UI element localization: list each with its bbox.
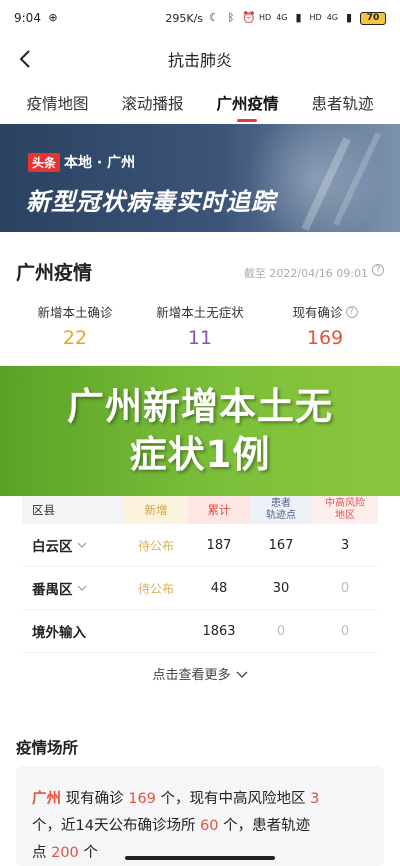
count: 3 <box>310 791 320 807</box>
district-name: 境外输入 <box>32 625 86 641</box>
as-of-time: 截至 2022/04/16 09:01 <box>243 267 368 280</box>
signal-icon-2: ▮ <box>345 11 353 24</box>
network-type: 4G <box>276 13 288 22</box>
banner: 头条 本地 · 广州 新型冠状病毒实时追踪 <box>0 124 400 232</box>
row-risk: 0 <box>340 623 350 639</box>
page-title: 抗击肺炎 <box>167 51 232 70</box>
header-risk: 中高风险 地区 <box>312 496 378 524</box>
stat-value: 11 <box>187 327 213 349</box>
show-more-label: 点击查看更多 <box>152 668 231 683</box>
stat-label-wrap: 现有确诊 ? <box>292 302 358 321</box>
table-row[interactable]: 番禺区 待公布 48 30 0 <box>22 567 378 610</box>
headline-overlay: 广州新增本土无症状1例 <box>0 366 400 496</box>
district-table: 区县 新增 累计 患者 轨迹点 中高风险 地区 白云区 待公布 187 167 … <box>0 496 400 714</box>
table-row[interactable]: 境外输入 1863 0 0 <box>22 610 378 653</box>
info-icon[interactable]: ? <box>345 305 358 318</box>
row-tracked: 30 <box>272 580 290 596</box>
stat-label: 新增本土确诊 <box>37 305 113 320</box>
header-tracked: 患者 轨迹点 <box>250 496 312 524</box>
row-risk: 3 <box>340 537 350 553</box>
row-cumulative: 48 <box>210 580 228 596</box>
text: 点 <box>32 845 52 861</box>
row-new: 待公布 <box>137 538 174 553</box>
text: 个 <box>78 845 98 861</box>
show-more-button[interactable]: 点击查看更多 <box>0 664 400 683</box>
row-district: 白云区 <box>22 535 124 555</box>
banner-tag-row: 头条 本地 · 广州 <box>28 152 135 172</box>
chevron-down-icon <box>236 671 247 678</box>
stat-label: 现有确诊 <box>292 305 343 320</box>
headline-tag: 头条 <box>28 152 61 172</box>
header-cumulative: 累计 <box>188 496 250 524</box>
count: 169 <box>128 791 156 807</box>
header-new: 新增 <box>124 496 188 524</box>
local-tag: 本地 · 广州 <box>64 155 136 171</box>
notification-icon: ⊕ <box>48 11 58 24</box>
table-header: 区县 新增 累计 患者 轨迹点 中高风险 地区 <box>22 496 378 524</box>
chevron-down-icon[interactable] <box>77 583 87 593</box>
text: 个，患者轨迹 <box>218 818 311 834</box>
stat-value: 169 <box>306 327 344 349</box>
text: 现有确诊 <box>61 791 129 807</box>
stat-new-local-confirmed: 新增本土确诊 22 <box>15 302 135 349</box>
count: 200 <box>51 845 79 861</box>
signal-icon: ▮ <box>295 11 302 24</box>
chevron-down-icon[interactable] <box>77 540 87 550</box>
row-tracked: 0 <box>276 623 286 639</box>
district-name: 白云区 <box>32 539 73 555</box>
stat-value: 22 <box>62 327 88 349</box>
stats-card: 广州疫情 截至 2022/04/16 09:01 ? 新增本土确诊 22 新增本… <box>0 232 400 372</box>
network-speed: 295K/s <box>165 11 204 25</box>
stat-label: 新增本土无症状 <box>156 305 244 320</box>
places-title: 疫情场所 <box>16 739 79 757</box>
hd-badge: HD <box>259 13 272 22</box>
network-type-2: 4G <box>326 13 338 22</box>
row-risk: 0 <box>340 580 350 596</box>
row-cumulative: 1863 <box>202 623 236 639</box>
title-bar: 抗击肺炎 <box>0 36 400 82</box>
row-tracked: 167 <box>268 537 294 553</box>
table-row[interactable]: 白云区 待公布 187 167 3 <box>22 524 378 567</box>
row-cumulative: 187 <box>206 537 232 553</box>
text: 个，近14天公布确诊场所 <box>32 818 201 834</box>
status-bar: 9:04 ⊕ 295K/s ☾ ᛒ ⏰ HD 4G ▮ HD 4G ▮ 70 <box>0 0 400 36</box>
count: 60 <box>200 818 219 834</box>
row-district: 境外输入 <box>22 621 124 641</box>
overlay-text: 广州新增本土无症状1例 <box>67 385 333 476</box>
bluetooth-icon: ᛒ <box>227 11 235 24</box>
table: 区县 新增 累计 患者 轨迹点 中高风险 地区 白云区 待公布 187 167 … <box>22 496 378 653</box>
district-name: 番禺区 <box>32 582 73 598</box>
row-district: 番禺区 <box>22 578 124 598</box>
row-new: 待公布 <box>137 581 174 596</box>
home-indicator[interactable] <box>125 856 275 860</box>
status-time: 9:04 <box>14 11 41 25</box>
banner-title: 新型冠状病毒实时追踪 <box>26 188 276 216</box>
places-section: 疫情场所 广州 现有确诊 169 个，现有中高风险地区 3 个，近14天公布确诊… <box>0 714 400 866</box>
text: 个，现有中高风险地区 <box>155 791 311 807</box>
hd-badge-2: HD <box>309 13 322 22</box>
header-district: 区县 <box>22 496 124 524</box>
battery-icon: 70 <box>360 11 386 25</box>
alarm-icon: ⏰ <box>242 11 256 24</box>
back-arrow-icon[interactable] <box>14 47 38 71</box>
stats-title: 广州疫情 <box>16 262 93 284</box>
tab-epidemic-map[interactable]: 疫情地图 <box>24 86 90 120</box>
info-icon[interactable]: ? <box>372 264 384 276</box>
stat-current-confirmed: 现有确诊 ? 169 <box>265 302 385 349</box>
tab-guangzhou[interactable]: 广州疫情 <box>214 86 280 122</box>
city-name: 广州 <box>32 791 61 807</box>
tab-rolling-news[interactable]: 滚动播报 <box>119 86 185 120</box>
moon-icon: ☾ <box>209 11 219 24</box>
stat-new-local-asymptomatic: 新增本土无症状 11 <box>140 302 260 349</box>
tab-patient-track[interactable]: 患者轨迹 <box>309 86 375 120</box>
tab-bar: 疫情地图 滚动播报 广州疫情 患者轨迹 <box>0 82 400 124</box>
places-summary[interactable]: 广州 现有确诊 169 个，现有中高风险地区 3 个，近14天公布确诊场所 60… <box>16 766 384 866</box>
